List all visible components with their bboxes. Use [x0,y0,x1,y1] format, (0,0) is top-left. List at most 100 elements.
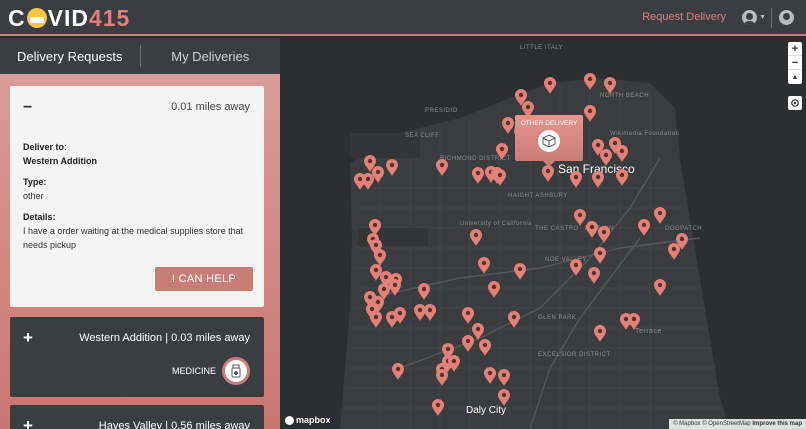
map-marker-icon[interactable] [448,355,460,372]
i-can-help-button[interactable]: I CAN HELP [155,267,253,291]
map-marker-icon[interactable] [498,389,510,406]
top-header: C VID 415 Request Delivery ▼ [0,0,806,36]
map-marker-icon[interactable] [432,399,444,416]
marker-layer [354,73,688,416]
map-marker-icon[interactable] [654,207,666,224]
caret-down-icon: ▼ [759,14,766,21]
zoom-out-button[interactable]: − [788,56,802,70]
map-marker-icon[interactable] [472,167,484,184]
map-marker-icon[interactable] [600,149,612,166]
map-marker-icon[interactable] [386,311,398,328]
map-marker-icon[interactable] [498,369,510,386]
map-marker-icon[interactable] [496,143,508,160]
map-marker-icon[interactable] [354,173,366,190]
improve-map-link[interactable]: Improve this map [752,421,802,427]
header-divider [771,8,772,28]
map-marker-icon[interactable] [470,229,482,246]
locate-icon[interactable] [788,96,802,110]
map-marker-icon[interactable] [414,304,426,321]
request-card-expanded: − 0.01 miles away Deliver to: Western Ad… [10,86,264,307]
popup-title: OTHER DELIVERY [520,120,578,127]
map-marker-icon[interactable] [436,369,448,386]
mapbox-logo[interactable]: mapbox [285,415,331,425]
map-marker-icon[interactable] [462,307,474,324]
map-marker-icon[interactable] [370,311,382,328]
category-label: MEDICINE [171,366,216,376]
map-marker-icon[interactable] [628,313,640,330]
map-marker-icon[interactable] [436,159,448,176]
mask-face-icon [26,8,47,28]
map-marker-icon[interactable] [392,363,404,380]
map-marker-icon[interactable] [594,247,606,264]
map-marker-icon[interactable] [479,339,491,356]
request-card-collapsed[interactable]: + Western Addition | 0.03 miles away MED… [10,317,264,397]
map-marker-icon[interactable] [478,257,490,274]
map-marker-icon[interactable] [508,311,520,328]
medicine-icon [222,357,250,385]
map-marker-icon[interactable] [638,219,650,236]
request-distance: 0.01 miles away [171,101,250,113]
compass-button[interactable]: ▲ [788,70,802,84]
map-marker-icon[interactable] [542,165,554,182]
map-marker-icon[interactable] [594,325,606,342]
map-marker-icon[interactable] [462,335,474,352]
mapbox-logo-icon [285,415,294,425]
deliver-to-value: Western Addition [23,156,97,166]
map-marker-icon[interactable] [616,169,628,186]
sidebar-tabs: Delivery Requests My Deliveries [0,38,280,74]
map-marker-icon[interactable] [584,105,596,122]
app-logo[interactable]: C VID 415 [8,4,130,32]
map-marker-icon[interactable] [424,304,436,321]
map-marker-icon[interactable] [592,171,604,188]
map-marker-icon[interactable] [586,221,598,238]
map-marker-icon[interactable] [389,279,401,296]
map-marker-icon[interactable] [514,263,526,280]
github-icon[interactable] [779,10,794,25]
map-attribution: © Mapbox © OpenStreetMap Improve this ma… [669,419,806,429]
map-marker-icon[interactable] [386,159,398,176]
request-card-collapsed[interactable]: + Hayes Valley | 0.56 miles away [10,405,264,429]
zoom-controls: + − ▲ [788,42,802,84]
map-marker-icon[interactable] [570,259,582,276]
expand-toggle[interactable]: + [23,416,33,429]
map-marker-icon[interactable] [574,209,586,226]
map-marker-icon[interactable] [484,367,496,384]
details-value: I have a order waiting at the medical su… [23,226,244,250]
type-label: Type: [23,177,47,187]
map-marker-icon[interactable] [488,281,500,298]
map-marker-icon[interactable] [584,73,596,90]
delivery-popup[interactable]: OTHER DELIVERY [515,115,583,167]
tab-delivery-requests[interactable]: Delivery Requests [0,38,140,74]
collapse-toggle[interactable]: − [23,99,32,117]
map-marker-icon[interactable] [494,169,506,186]
map-marker-icon[interactable] [374,249,386,266]
map-marker-icon[interactable] [418,283,430,300]
type-value: other [23,191,44,201]
map-marker-icon[interactable] [588,267,600,284]
map-marker-icon[interactable] [654,279,666,296]
map-marker-icon[interactable] [598,226,610,243]
expand-toggle[interactable]: + [23,328,33,348]
request-delivery-link[interactable]: Request Delivery [642,11,726,23]
map-marker-icon[interactable] [570,171,582,188]
map-marker-icon[interactable] [616,145,628,162]
map-marker-icon[interactable] [472,323,484,340]
map-marker-icon[interactable] [502,117,514,134]
details-label: Details: [23,212,56,222]
request-title: Hayes Valley | 0.56 miles away [98,420,250,429]
deliver-to-label: Deliver to: [23,142,68,152]
map-marker-icon[interactable] [668,243,680,260]
sidebar: Delivery Requests My Deliveries − 0.01 m… [0,38,280,429]
logo-text-number: 415 [88,4,131,31]
attribution-text[interactable]: © Mapbox © OpenStreetMap [673,421,751,427]
map-marker-icon[interactable] [544,77,556,94]
map-marker-icon[interactable] [604,77,616,94]
user-menu-button[interactable]: ▼ [742,10,766,25]
geolocate-control [788,96,802,110]
zoom-in-button[interactable]: + [788,42,802,56]
request-title: Western Addition | 0.03 miles away [79,332,250,344]
user-avatar-icon [742,10,758,25]
tab-my-deliveries[interactable]: My Deliveries [141,38,281,74]
delivery-map[interactable]: SEA CLIFF RICHMOND DISTRICT HAIGHT ASHBU… [280,38,806,429]
logo-text-vid: VID [47,4,89,31]
